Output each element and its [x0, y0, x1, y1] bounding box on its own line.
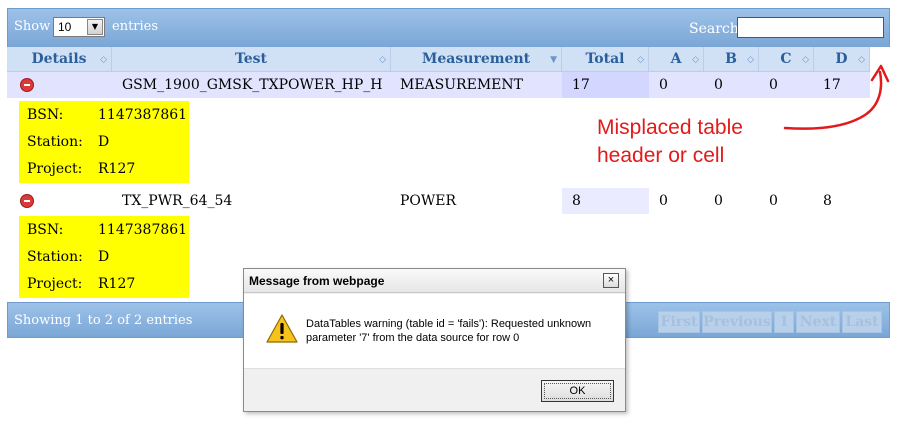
column-header-test[interactable]: Test ◇	[112, 47, 391, 72]
cell-measurement: POWER	[400, 193, 457, 209]
table-header: Details ◇ Test ◇ Measurement ▼ Total ◇ A ◇ B ◇…	[7, 47, 870, 72]
sort-icon: ◇	[379, 55, 386, 65]
pager-page-1-button[interactable]: 1	[774, 311, 794, 333]
column-header-label: B	[725, 51, 737, 67]
dialog-titlebar: Message from webpage ×	[244, 269, 625, 293]
cell-c: 0	[769, 193, 778, 209]
sort-icon: ◇	[747, 55, 754, 65]
column-header-label: Total	[585, 51, 625, 67]
chevron-down-icon[interactable]: ▼	[87, 19, 103, 35]
sort-icon: ◇	[637, 55, 644, 65]
show-label: Show	[14, 19, 51, 34]
bsn-label: BSN:	[27, 107, 64, 123]
search-label: Search:	[689, 21, 744, 37]
column-header-label: A	[670, 51, 682, 67]
table-info: Showing 1 to 2 of 2 entries	[14, 313, 193, 328]
cell-b: 0	[714, 77, 723, 93]
page-length-select[interactable]: 10 ▼	[53, 17, 105, 37]
column-header-label: Details	[31, 51, 87, 67]
column-header-label: Test	[234, 51, 268, 67]
warning-icon	[266, 314, 298, 343]
page-length-value: 10	[58, 20, 72, 34]
pager-next-button[interactable]: Next	[796, 311, 840, 333]
dialog-footer: OK	[244, 368, 625, 411]
cell-total: 8	[562, 188, 649, 214]
row-details: BSN: 1147387861 Station: D Project: R127	[19, 101, 189, 183]
project-label: Project:	[27, 276, 83, 292]
table-row: GSM_1900_GMSK_TXPOWER_HP_H MEASUREMENT 1…	[7, 72, 870, 98]
cell-measurement: MEASUREMENT	[400, 77, 523, 93]
cell-test: TX_PWR_64_54	[122, 193, 233, 209]
cell-b: 0	[714, 193, 723, 209]
project-value: R127	[98, 276, 136, 292]
cell-d: 8	[823, 193, 832, 209]
pager-previous-button[interactable]: Previous	[702, 311, 772, 333]
dialog-message: DataTables warning (table id = 'fails'):…	[306, 318, 592, 344]
sort-desc-icon: ▼	[550, 55, 557, 65]
column-header-measurement[interactable]: Measurement ▼	[391, 47, 562, 72]
close-icon[interactable]: ×	[603, 273, 619, 288]
project-label: Project:	[27, 161, 83, 177]
annotation-arrow-icon	[783, 64, 890, 130]
station-value: D	[98, 249, 110, 265]
station-label: Station:	[27, 249, 83, 265]
bsn-label: BSN:	[27, 222, 64, 238]
dialog-title: Message from webpage	[249, 274, 385, 288]
pager-last-button[interactable]: Last	[842, 311, 882, 333]
sort-icon: ◇	[100, 55, 107, 65]
alert-dialog: Message from webpage × DataTables warnin…	[243, 268, 626, 412]
pager-first-button[interactable]: First	[658, 311, 700, 333]
cell-total: 17	[562, 72, 649, 98]
table-row: TX_PWR_64_54 POWER 8 0 0 0 8	[7, 188, 870, 214]
ok-button[interactable]: OK	[541, 380, 614, 402]
row-details: BSN: 1147387861 Station: D Project: R127	[19, 216, 189, 298]
column-header-a[interactable]: A ◇	[649, 47, 704, 72]
column-header-b[interactable]: B ◇	[704, 47, 759, 72]
cell-a: 0	[659, 77, 668, 93]
bsn-value: 1147387861	[98, 107, 188, 123]
collapse-details-icon[interactable]	[20, 194, 34, 208]
dialog-body: DataTables warning (table id = 'fails'):…	[244, 294, 625, 368]
column-header-details[interactable]: Details ◇	[7, 47, 112, 72]
cell-a: 0	[659, 193, 668, 209]
station-value: D	[98, 134, 110, 150]
search-input[interactable]	[737, 17, 884, 38]
bsn-value: 1147387861	[98, 222, 188, 238]
project-value: R127	[98, 161, 136, 177]
column-header-label: Measurement	[421, 51, 531, 67]
table-toolbar: Show 10 ▼ entries Search:	[7, 8, 890, 47]
entries-label: entries	[112, 19, 159, 34]
collapse-details-icon[interactable]	[20, 78, 34, 92]
cell-test: GSM_1900_GMSK_TXPOWER_HP_H	[122, 77, 383, 93]
sort-icon: ◇	[692, 55, 699, 65]
column-header-total[interactable]: Total ◇	[562, 47, 649, 72]
station-label: Station:	[27, 134, 83, 150]
